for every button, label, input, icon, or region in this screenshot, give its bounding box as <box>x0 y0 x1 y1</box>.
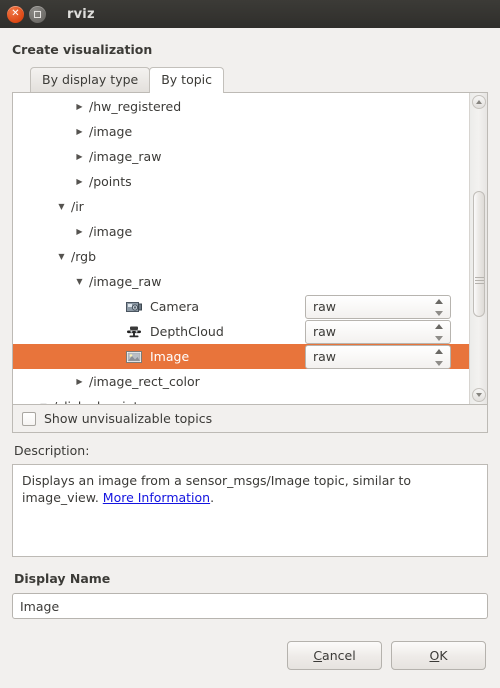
cancel-accel: C <box>313 648 323 663</box>
topic-tree-rows: ▶/hw_registered ▶/image ▶/image_raw ▶/point… <box>13 93 487 404</box>
cancel-button[interactable]: Cancel <box>287 641 382 670</box>
transport-combo-camera[interactable]: raw <box>305 294 451 319</box>
tree-item-label: /rgb <box>71 249 96 264</box>
chevron-down-icon[interactable]: ▼ <box>55 252 68 261</box>
spinner-arrows-icon[interactable] <box>435 348 443 366</box>
ok-button[interactable]: OK <box>391 641 486 670</box>
tree-item-points[interactable]: ▶/points <box>13 169 487 194</box>
maximize-icon[interactable] <box>29 5 46 23</box>
transport-combo-value: raw <box>313 349 337 364</box>
tree-item-label: /image_raw <box>89 274 162 289</box>
tree-no-chevron <box>109 302 122 311</box>
chevron-right-icon[interactable]: ▶ <box>73 127 86 136</box>
image-icon <box>126 350 142 364</box>
description-text: Displays an image from a sensor_msgs/Ima… <box>22 473 412 505</box>
tree-item-label: /image_rect_color <box>89 374 200 389</box>
create-visualization-dialog: Create visualization By display type By … <box>0 28 500 688</box>
tree-item-label: /clicked_point <box>53 399 138 404</box>
tree-item-image-raw[interactable]: ▶/image_raw <box>13 144 487 169</box>
window-title: rviz <box>67 6 95 22</box>
scroll-up-icon[interactable] <box>472 95 486 109</box>
transport-combo-depthcloud[interactable]: raw <box>305 319 451 344</box>
display-name-input[interactable] <box>12 593 488 619</box>
topic-tree[interactable]: ▶/hw_registered ▶/image ▶/image_raw ▶/point… <box>12 92 488 405</box>
transport-combo-image[interactable]: raw <box>305 344 451 369</box>
tab-by-topic[interactable]: By topic <box>149 67 225 93</box>
tab-by-display-type[interactable]: By display type <box>30 67 151 92</box>
description-label: Description: <box>14 443 90 458</box>
tree-item-label: /image <box>89 224 133 239</box>
close-glyph: ✕ <box>11 8 20 19</box>
tree-no-chevron <box>109 327 122 336</box>
ok-accel: O <box>429 648 440 663</box>
tab-by-topic-label: By topic <box>161 72 213 87</box>
page-title: Create visualization <box>12 42 153 57</box>
chevron-down-icon[interactable]: ▼ <box>55 202 68 211</box>
close-icon[interactable]: ✕ <box>7 5 24 23</box>
transport-combo-value: raw <box>313 299 337 314</box>
chevron-right-icon[interactable]: ▶ <box>73 152 86 161</box>
tree-no-chevron <box>109 352 122 361</box>
show-unvisualizable-label: Show unvisualizable topics <box>44 411 213 426</box>
window-titlebar: ✕ rviz <box>0 0 500 28</box>
show-unvisualizable-row[interactable]: Show unvisualizable topics <box>12 405 488 433</box>
camera-icon <box>126 300 142 314</box>
tree-item-clicked-point[interactable]: ▼/clicked_point <box>13 394 487 404</box>
tree-item-label: Image <box>150 349 190 364</box>
chevron-right-icon[interactable]: ▶ <box>73 177 86 186</box>
ok-label: K <box>439 648 448 663</box>
show-unvisualizable-checkbox[interactable] <box>22 411 36 426</box>
tree-item-image[interactable]: ▶/image <box>13 119 487 144</box>
tree-item-label: /image <box>89 124 133 139</box>
tree-item-label: /image_raw <box>89 149 162 164</box>
tree-item-label: /ir <box>71 199 84 214</box>
description-box: Displays an image from a sensor_msgs/Ima… <box>12 464 488 557</box>
tree-item-hw-registered[interactable]: ▶/hw_registered <box>13 94 487 119</box>
transport-combo-value: raw <box>313 324 337 339</box>
chevron-down-icon[interactable]: ▼ <box>37 402 50 404</box>
more-information-link[interactable]: More Information <box>103 490 210 505</box>
tree-item-ir[interactable]: ▼/ir <box>13 194 487 219</box>
tree-item-image[interactable]: ▶/image <box>13 219 487 244</box>
cancel-label: ancel <box>322 648 356 663</box>
tree-item-label: /hw_registered <box>89 99 182 114</box>
scroll-grip-icon <box>475 275 484 286</box>
tab-by-display-type-label: By display type <box>42 72 139 87</box>
spinner-arrows-icon[interactable] <box>435 298 443 316</box>
chevron-right-icon[interactable]: ▶ <box>73 227 86 236</box>
chevron-right-icon[interactable]: ▶ <box>73 377 86 386</box>
tree-item-image-raw[interactable]: ▼/image_raw <box>13 269 487 294</box>
tree-item-label: DepthCloud <box>150 324 224 339</box>
scrollbar-thumb[interactable] <box>473 191 485 317</box>
spinner-arrows-icon[interactable] <box>435 323 443 341</box>
chevron-down-icon[interactable]: ▼ <box>73 277 86 286</box>
chevron-right-icon[interactable]: ▶ <box>73 102 86 111</box>
tree-item-label: /points <box>89 174 132 189</box>
scroll-down-icon[interactable] <box>472 388 486 402</box>
display-name-label: Display Name <box>14 571 111 586</box>
tree-item-rgb[interactable]: ▼/rgb <box>13 244 487 269</box>
maximize-glyph <box>34 10 41 18</box>
description-text-tail: . <box>210 490 215 505</box>
tree-item-label: Camera <box>150 299 200 314</box>
tree-item-image-rect-color[interactable]: ▶/image_rect_color <box>13 369 487 394</box>
tab-bar: By display type By topic <box>30 66 488 93</box>
tree-vertical-scrollbar[interactable] <box>469 93 487 404</box>
depthcloud-icon <box>126 325 142 339</box>
dialog-button-row: Cancel OK <box>12 619 488 670</box>
